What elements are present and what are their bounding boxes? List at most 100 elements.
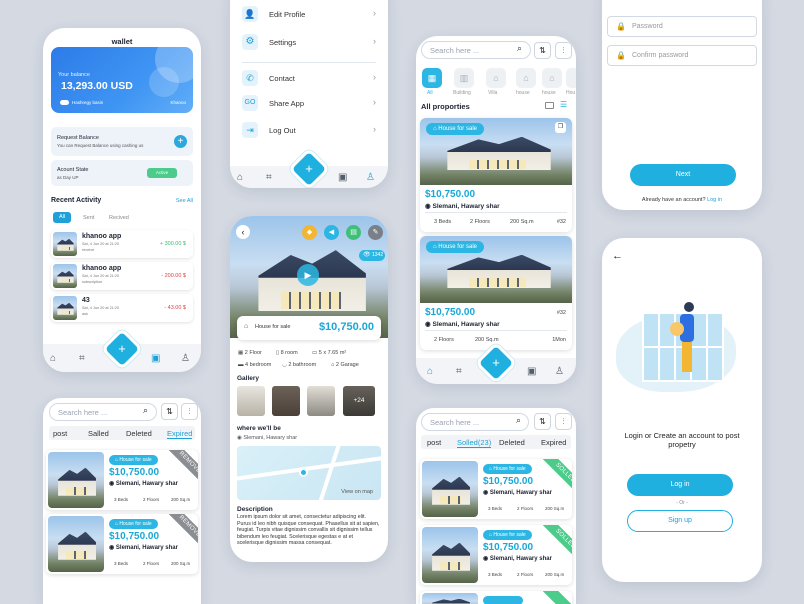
add-post-button[interactable]: + [292, 152, 326, 186]
wallet-icon[interactable]: ▣ [527, 366, 536, 377]
category-all[interactable]: ▦ [422, 68, 442, 88]
sort-button[interactable]: ⇅ [161, 403, 178, 420]
tab-solled[interactable]: Solled(23) [457, 438, 492, 448]
search-input[interactable]: Search here ... [421, 41, 531, 59]
tab-deleted[interactable]: Deleted [126, 429, 152, 438]
feature-floors: 2 Floors [434, 337, 454, 343]
tab-expired[interactable]: Expired [167, 429, 193, 439]
category-building[interactable]: ▥ [454, 68, 474, 88]
tag-icon[interactable]: ⌗ [456, 366, 462, 377]
login-link[interactable]: Log in [707, 197, 722, 203]
tab-deleted[interactable]: Deleted [499, 438, 525, 447]
post-card[interactable]: ⌂ House for sale $10,750.00 ◉ Slemani, H… [46, 514, 198, 574]
request-balance-card[interactable]: Request Balance You can Request Balance … [51, 127, 193, 156]
grid-view-icon[interactable]: ☰ [560, 100, 567, 109]
post-card[interactable]: ⌂ House for sale $10,750.00 ◉ Slemani, H… [46, 450, 198, 510]
back-button[interactable]: ‹ [236, 225, 250, 239]
filter-button[interactable]: ⫶ [555, 413, 572, 430]
category-villa[interactable]: ⌂ [486, 68, 506, 88]
note-icon[interactable]: ▤ [346, 225, 361, 240]
add-request-button[interactable]: + [174, 135, 187, 148]
list-view-icon[interactable] [545, 102, 554, 109]
property-image [422, 593, 478, 604]
tab-sent[interactable]: Sent [83, 215, 94, 221]
next-button[interactable]: Next [630, 164, 736, 186]
tab-post[interactable]: post [427, 438, 441, 447]
bookmark-button[interactable]: ❐ [555, 122, 566, 133]
listing-location: ◉ Slemani, Hawary shar [483, 556, 552, 562]
listing-id: #32 [556, 310, 566, 316]
search-input[interactable]: Search here ... [421, 413, 529, 431]
view-on-map-link[interactable]: View on map [341, 489, 373, 495]
filter-button[interactable]: ⫶ [181, 403, 198, 420]
see-all-link[interactable]: See All [176, 198, 193, 204]
signup-button[interactable]: Sign up [627, 510, 733, 532]
menu-item-contact[interactable]: ✆ Contact › [242, 68, 376, 90]
confirm-password-field[interactable]: 🔒 Confirm password [607, 45, 757, 66]
views-count: 1342 [372, 252, 384, 258]
profile-icon[interactable]: ♙ [181, 353, 190, 364]
password-field[interactable]: 🔒 Password [607, 16, 757, 37]
wallet-icon[interactable]: ▣ [338, 172, 347, 183]
add-post-button[interactable]: + [479, 346, 513, 380]
home-icon[interactable]: ⌂ [50, 353, 56, 364]
confirm-placeholder: Confirm password [632, 52, 689, 59]
tag-icon[interactable]: ⌗ [79, 353, 85, 364]
gallery-more-button[interactable]: +24 [343, 386, 375, 416]
category-house[interactable]: ⌂ [542, 68, 562, 88]
profile-icon[interactable]: ♙ [555, 366, 564, 377]
back-arrow-icon[interactable]: ← [612, 250, 623, 262]
tab-all[interactable]: All [53, 212, 71, 223]
edit-icon[interactable]: ✎ [368, 225, 383, 240]
home-icon[interactable]: ⌂ [237, 172, 243, 183]
category-hou[interactable] [566, 68, 576, 88]
tab-post[interactable]: post [53, 429, 67, 438]
menu-item-settings[interactable]: ⚙ Settings › [242, 32, 376, 54]
video-play-button[interactable]: ▶ [297, 264, 319, 286]
gallery-thumb[interactable] [307, 386, 335, 416]
list-item[interactable]: khanoo app Sat, 4 Jun 20 at 21:20 subscr… [51, 262, 193, 290]
list-item[interactable]: khanoo app Sat, 4 Jun 20 at 21:20 receiv… [51, 230, 193, 258]
post-card[interactable]: ⌂ House for sale $10,750.00 ◉ Slemani, H… [420, 525, 572, 585]
menu-item-share-app[interactable]: GO Share App › [242, 93, 376, 115]
location-map[interactable]: View on map [237, 446, 381, 500]
tab-expired[interactable]: Expired [541, 438, 566, 447]
sort-button[interactable]: ⇅ [534, 42, 551, 59]
feature-area: 200 Sq.m [545, 572, 565, 577]
search-input[interactable]: Search here ... [49, 403, 157, 421]
sort-button[interactable]: ⇅ [534, 413, 551, 430]
list-item[interactable]: 43 Sat, 4 Jun 20 at 21:20 ask - 43.00 $ [51, 294, 193, 322]
person-head [684, 302, 694, 312]
search-icon[interactable]: ⌕ [517, 43, 522, 54]
tab-salled[interactable]: Salled [88, 429, 109, 438]
menu-item-log-out[interactable]: ⇥ Log Out › [242, 120, 376, 142]
post-card[interactable]: ⌂ House for sale $10,750.00 ◉ Slemani, H… [420, 459, 572, 519]
filter-button[interactable]: ⫶ [555, 42, 572, 59]
gallery-thumb[interactable] [237, 386, 265, 416]
feature-area: 200 Sq.m [171, 561, 191, 566]
property-card[interactable]: ⌂ House for sale ❐ $10,750.00 ◉ Slemani,… [420, 118, 572, 232]
card-chip-icon [60, 100, 69, 105]
listing-id: #32 [556, 219, 566, 225]
category-house[interactable]: ⌂ [516, 68, 536, 88]
divider [425, 330, 567, 331]
login-button[interactable]: Log in [627, 474, 733, 496]
menu-item-edit-profile[interactable]: 👤 Edit Profile › [242, 4, 376, 26]
location-pin-icon: ◉ [109, 545, 116, 551]
wallet-icon[interactable]: ▣ [151, 353, 160, 364]
feature-floors: 2 Floors [517, 506, 534, 511]
post-card[interactable] [420, 591, 572, 604]
wallet-screen: wallet Your balance 13,293.00 USD Hashre… [43, 28, 201, 372]
search-icon[interactable]: ⌕ [516, 415, 521, 426]
premium-icon[interactable]: ◆ [302, 225, 317, 240]
promote-icon[interactable]: ◀ [324, 225, 339, 240]
home-icon[interactable]: ⌂ [427, 366, 433, 377]
gallery-thumb[interactable] [272, 386, 300, 416]
property-image [48, 516, 104, 572]
search-icon[interactable]: ⌕ [143, 405, 148, 416]
add-post-button[interactable]: + [105, 332, 139, 366]
profile-icon[interactable]: ♙ [366, 172, 375, 183]
tag-icon[interactable]: ⌗ [266, 172, 272, 183]
property-card[interactable]: ⌂ House for sale $10,750.00 ◉ Slemani, H… [420, 236, 572, 350]
tab-recived[interactable]: Recived [109, 215, 129, 221]
